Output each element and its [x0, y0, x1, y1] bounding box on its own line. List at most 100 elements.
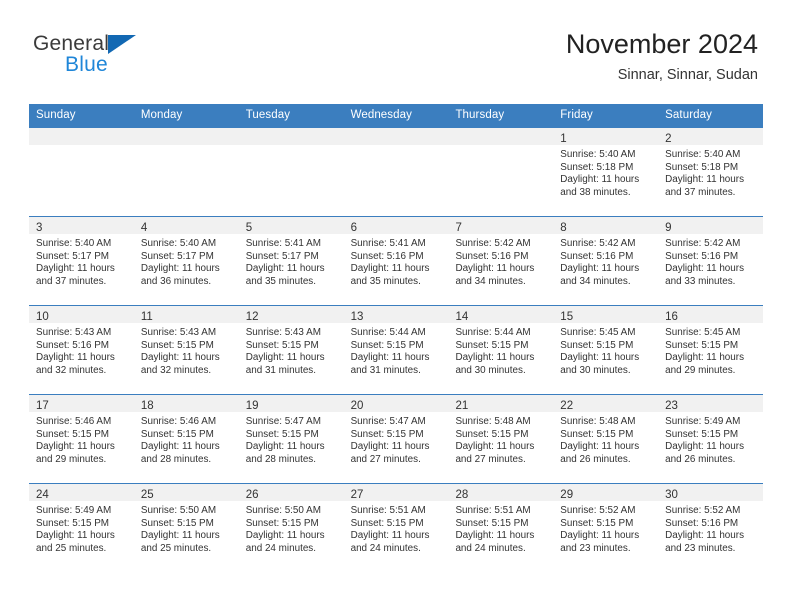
day-cell[interactable]: 3 Sunrise: 5:40 AM Sunset: 5:17 PM Dayli… [29, 217, 134, 305]
day-details: Sunrise: 5:41 AM Sunset: 5:16 PM Dayligh… [344, 234, 449, 288]
day-number: 7 [455, 222, 462, 234]
daylight-text-line2: and 37 minutes. [36, 275, 107, 287]
day-cell[interactable]: 10 Sunrise: 5:43 AM Sunset: 5:16 PM Dayl… [29, 306, 134, 394]
day-cell[interactable]: 7 Sunrise: 5:42 AM Sunset: 5:16 PM Dayli… [448, 217, 554, 305]
weekday-header-row: Sunday Monday Tuesday Wednesday Thursday… [29, 104, 763, 128]
day-cell[interactable]: 29 Sunrise: 5:52 AM Sunset: 5:15 PM Dayl… [553, 484, 659, 572]
sunset-text: Sunset: 5:15 PM [455, 428, 529, 440]
daylight-text-line1: Daylight: 11 hours [245, 263, 325, 275]
sunrise-text: Sunrise: 5:52 AM [665, 505, 741, 516]
day-cell[interactable]: 30 Sunrise: 5:52 AM Sunset: 5:16 PM Dayl… [658, 484, 764, 572]
day-cell[interactable] [343, 128, 449, 216]
day-cell[interactable]: 1 Sunrise: 5:40 AM Sunset: 5:18 PM Dayli… [553, 128, 659, 216]
day-number: 23 [665, 400, 678, 412]
sunset-text: Sunset: 5:15 PM [245, 428, 319, 440]
day-cell[interactable]: 8 Sunrise: 5:42 AM Sunset: 5:16 PM Dayli… [553, 217, 659, 305]
weekday-header-tuesday: Tuesday [245, 109, 291, 121]
day-cell[interactable]: 6 Sunrise: 5:41 AM Sunset: 5:16 PM Dayli… [343, 217, 449, 305]
daylight-text-line2: and 25 minutes. [36, 542, 107, 554]
daylight-text-line2: and 32 minutes. [36, 364, 107, 376]
daylight-text-line1: Daylight: 11 hours [455, 263, 535, 275]
day-details: Sunrise: 5:43 AM Sunset: 5:15 PM Dayligh… [239, 323, 344, 377]
sunrise-text: Sunrise: 5:50 AM [140, 505, 217, 516]
sunset-text: Sunset: 5:15 PM [455, 517, 529, 529]
day-number: 15 [560, 311, 574, 323]
day-details: Sunrise: 5:42 AM Sunset: 5:16 PM Dayligh… [448, 234, 553, 288]
daylight-text-line1: Daylight: 11 hours [560, 530, 640, 542]
sunset-text: Sunset: 5:15 PM [665, 428, 739, 440]
daylight-text-line2: and 34 minutes. [455, 275, 526, 287]
day-cell[interactable]: 5 Sunrise: 5:41 AM Sunset: 5:17 PM Dayli… [238, 217, 344, 305]
day-cell[interactable]: 2 Sunrise: 5:40 AM Sunset: 5:18 PM Dayli… [658, 128, 764, 216]
day-cell[interactable]: 23 Sunrise: 5:49 AM Sunset: 5:15 PM Dayl… [658, 395, 764, 483]
sunrise-text: Sunrise: 5:51 AM [350, 505, 426, 516]
day-cell[interactable]: 16 Sunrise: 5:45 AM Sunset: 5:15 PM Dayl… [658, 306, 764, 394]
day-number: 16 [665, 311, 678, 323]
day-number: 21 [455, 400, 469, 412]
sunrise-text: Sunrise: 5:45 AM [665, 327, 741, 338]
daylight-text-line1: Daylight: 11 hours [665, 530, 745, 542]
day-cell[interactable]: 24 Sunrise: 5:49 AM Sunset: 5:15 PM Dayl… [29, 484, 134, 572]
day-number: 9 [665, 222, 672, 234]
sunset-text: Sunset: 5:15 PM [36, 428, 110, 440]
day-details: Sunrise: 5:50 AM Sunset: 5:15 PM Dayligh… [134, 501, 239, 555]
day-cell[interactable]: 17 Sunrise: 5:46 AM Sunset: 5:15 PM Dayl… [29, 395, 134, 483]
daylight-text-line1: Daylight: 11 hours [140, 530, 220, 542]
day-number: 29 [560, 489, 574, 501]
day-cell[interactable]: 25 Sunrise: 5:50 AM Sunset: 5:15 PM Dayl… [133, 484, 239, 572]
day-cell[interactable]: 12 Sunrise: 5:43 AM Sunset: 5:15 PM Dayl… [238, 306, 344, 394]
daylight-text-line2: and 23 minutes. [665, 542, 736, 554]
day-cell[interactable]: 9 Sunrise: 5:42 AM Sunset: 5:16 PM Dayli… [658, 217, 764, 305]
day-details: Sunrise: 5:44 AM Sunset: 5:15 PM Dayligh… [344, 323, 449, 377]
sunset-text: Sunset: 5:15 PM [455, 339, 529, 351]
day-cell[interactable]: 22 Sunrise: 5:48 AM Sunset: 5:15 PM Dayl… [553, 395, 659, 483]
day-number: 2 [665, 133, 672, 145]
daylight-text-line1: Daylight: 11 hours [455, 352, 535, 364]
day-cell[interactable] [29, 128, 134, 216]
daylight-text-line1: Daylight: 11 hours [36, 530, 115, 542]
sunset-text: Sunset: 5:15 PM [140, 517, 214, 529]
sunrise-text: Sunrise: 5:40 AM [140, 238, 217, 249]
day-number: 27 [350, 489, 364, 501]
sunset-text: Sunset: 5:17 PM [140, 250, 214, 262]
sunset-text: Sunset: 5:15 PM [350, 517, 424, 529]
weekday-header-saturday: Saturday [665, 109, 712, 121]
day-cell[interactable]: 21 Sunrise: 5:48 AM Sunset: 5:15 PM Dayl… [448, 395, 554, 483]
daylight-text-line2: and 36 minutes. [140, 275, 212, 287]
daylight-text-line1: Daylight: 11 hours [560, 263, 640, 275]
day-cell[interactable]: 28 Sunrise: 5:51 AM Sunset: 5:15 PM Dayl… [448, 484, 554, 572]
day-cell[interactable] [448, 128, 554, 216]
day-cell[interactable] [133, 128, 239, 216]
day-cell[interactable]: 11 Sunrise: 5:43 AM Sunset: 5:15 PM Dayl… [133, 306, 239, 394]
day-cell[interactable]: 20 Sunrise: 5:47 AM Sunset: 5:15 PM Dayl… [343, 395, 449, 483]
day-cell[interactable]: 14 Sunrise: 5:44 AM Sunset: 5:15 PM Dayl… [448, 306, 554, 394]
week-row: 24 Sunrise: 5:49 AM Sunset: 5:15 PM Dayl… [29, 483, 764, 572]
sunset-text: Sunset: 5:17 PM [245, 250, 319, 262]
sunset-text: Sunset: 5:15 PM [350, 339, 424, 351]
day-cell[interactable]: 13 Sunrise: 5:44 AM Sunset: 5:15 PM Dayl… [343, 306, 449, 394]
sunset-text: Sunset: 5:18 PM [560, 161, 634, 173]
weekday-header-wednesday: Wednesday [350, 109, 412, 121]
day-cell[interactable] [238, 128, 344, 216]
day-details: Sunrise: 5:40 AM Sunset: 5:17 PM Dayligh… [134, 234, 239, 288]
day-cell[interactable]: 27 Sunrise: 5:51 AM Sunset: 5:15 PM Dayl… [343, 484, 449, 572]
generalblue-logo[interactable]: General Blue [33, 33, 213, 81]
daylight-text-line1: Daylight: 11 hours [36, 263, 115, 275]
title-block: November 2024 Sinnar, Sinnar, Sudan [566, 28, 758, 85]
sunset-text: Sunset: 5:16 PM [560, 250, 634, 262]
daylight-text-line1: Daylight: 11 hours [665, 174, 745, 186]
page-subtitle: Sinnar, Sinnar, Sudan [617, 67, 758, 83]
sunrise-text: Sunrise: 5:43 AM [245, 327, 321, 338]
day-cell[interactable]: 18 Sunrise: 5:46 AM Sunset: 5:15 PM Dayl… [133, 395, 239, 483]
daylight-text-line2: and 37 minutes. [665, 186, 736, 198]
day-cell[interactable]: 15 Sunrise: 5:45 AM Sunset: 5:15 PM Dayl… [553, 306, 659, 394]
day-details: Sunrise: 5:40 AM Sunset: 5:17 PM Dayligh… [29, 234, 134, 288]
daylight-text-line2: and 29 minutes. [36, 453, 107, 465]
day-details: Sunrise: 5:52 AM Sunset: 5:15 PM Dayligh… [553, 501, 658, 555]
daylight-text-line2: and 23 minutes. [560, 542, 631, 554]
day-cell[interactable]: 26 Sunrise: 5:50 AM Sunset: 5:15 PM Dayl… [238, 484, 344, 572]
day-cell[interactable]: 19 Sunrise: 5:47 AM Sunset: 5:15 PM Dayl… [238, 395, 344, 483]
daylight-text-line1: Daylight: 11 hours [36, 352, 115, 364]
day-cell[interactable]: 4 Sunrise: 5:40 AM Sunset: 5:17 PM Dayli… [133, 217, 239, 305]
week-row: 3 Sunrise: 5:40 AM Sunset: 5:17 PM Dayli… [29, 216, 764, 305]
